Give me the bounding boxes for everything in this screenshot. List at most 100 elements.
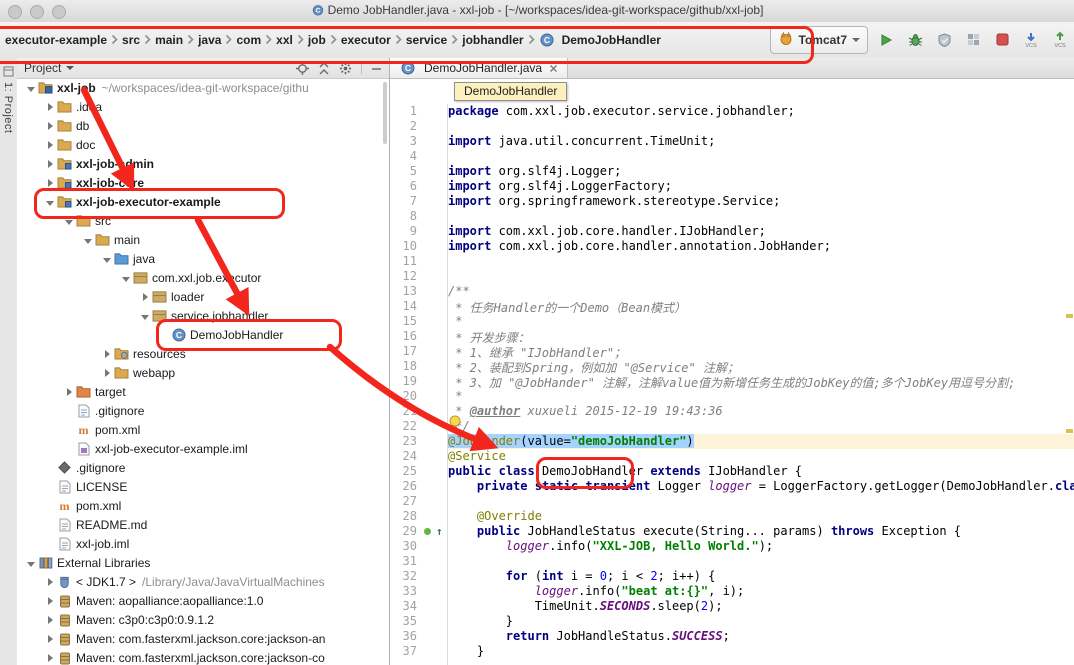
- gutter-line[interactable]: 33: [390, 584, 447, 599]
- collapsed-arrow-icon[interactable]: [101, 369, 113, 377]
- gutter-line[interactable]: 25: [390, 464, 447, 479]
- tree-item-license[interactable]: LICENSE: [17, 477, 389, 496]
- collapse-button[interactable]: [318, 62, 330, 75]
- title-bar[interactable]: CDemo JobHandler.java - xxl-job - [~/wor…: [0, 0, 1074, 23]
- profiler-button[interactable]: [962, 27, 984, 53]
- debug-button[interactable]: [904, 27, 926, 53]
- expanded-arrow-icon[interactable]: [63, 217, 75, 225]
- code-line-16[interactable]: * 开发步骤：: [448, 329, 1074, 344]
- code-line-29[interactable]: public JobHandleStatus execute(String...…: [448, 524, 1074, 539]
- gutter-line[interactable]: 5: [390, 164, 447, 179]
- collapsed-arrow-icon[interactable]: [44, 654, 56, 662]
- code-line-33[interactable]: logger.info("beat at:{}", i);: [448, 584, 1074, 599]
- code-line-15[interactable]: *: [448, 314, 1074, 329]
- tree-item-maven-aopalliance-aopalliance-1-0[interactable]: Maven: aopalliance:aopalliance:1.0: [17, 591, 389, 610]
- tree-item-xxl-job-admin[interactable]: xxl-job-admin: [17, 154, 389, 173]
- gutter-line[interactable]: 26: [390, 479, 447, 494]
- gutter-line[interactable]: 34: [390, 599, 447, 614]
- breadcrumb-item-service[interactable]: service: [404, 33, 449, 47]
- settings-button[interactable]: [339, 62, 352, 75]
- code-line-24[interactable]: @Service: [448, 449, 1074, 464]
- tree-item-demojobhandler[interactable]: CDemoJobHandler: [17, 325, 389, 344]
- gutter-line[interactable]: 15: [390, 314, 447, 329]
- gutter-line[interactable]: 27: [390, 494, 447, 509]
- code-line-2[interactable]: [448, 119, 1074, 134]
- tree-item-doc[interactable]: doc: [17, 135, 389, 154]
- tree-item-src[interactable]: src: [17, 211, 389, 230]
- code-line-13[interactable]: /**: [448, 284, 1074, 299]
- hide-button[interactable]: [371, 63, 382, 74]
- gutter-line[interactable]: 29↑: [390, 524, 447, 539]
- collapsed-arrow-icon[interactable]: [44, 160, 56, 168]
- code-line-19[interactable]: * 3、加 "@JobHander" 注解，注解value值为新增任务生成的Jo…: [448, 374, 1074, 389]
- gutter-line[interactable]: 30: [390, 539, 447, 554]
- vcs-update-button[interactable]: VCS: [1020, 27, 1042, 53]
- code-line-28[interactable]: @Override: [448, 509, 1074, 524]
- tree-item-target[interactable]: target: [17, 382, 389, 401]
- collapsed-arrow-icon[interactable]: [44, 616, 56, 624]
- breadcrumb-item-src[interactable]: src: [120, 33, 142, 47]
- code-line-14[interactable]: * 任务Handler的一个Demo（Bean模式）: [448, 299, 1074, 314]
- project-view-selector[interactable]: Project: [24, 61, 74, 75]
- tree-scrollbar[interactable]: [383, 82, 387, 144]
- code-line-7[interactable]: import org.springframework.stereotype.Se…: [448, 194, 1074, 209]
- code-line-26[interactable]: private static transient Logger logger =…: [448, 479, 1074, 494]
- tree-item-jdk1-7[interactable]: < JDK1.7 >/Library/Java/JavaVirtualMachi…: [17, 572, 389, 591]
- tree-item-com-xxl-job-executor[interactable]: com.xxl.job.executor: [17, 268, 389, 287]
- code-line-5[interactable]: import org.slf4j.Logger;: [448, 164, 1074, 179]
- code-line-11[interactable]: [448, 254, 1074, 269]
- run-with-coverage-button[interactable]: [933, 27, 955, 53]
- expanded-arrow-icon[interactable]: [44, 198, 56, 206]
- tree-item-maven-com-fasterxml-jackson-core-jackson-an[interactable]: Maven: com.fasterxml.jackson.core:jackso…: [17, 629, 389, 648]
- breadcrumb-item-demojobhandler[interactable]: CDemoJobHandler: [537, 33, 663, 47]
- collapsed-arrow-icon[interactable]: [44, 103, 56, 111]
- code-line-6[interactable]: import org.slf4j.LoggerFactory;: [448, 179, 1074, 194]
- code-line-30[interactable]: logger.info("XXL-JOB, Hello World.");: [448, 539, 1074, 554]
- context-chip[interactable]: DemoJobHandler: [454, 82, 567, 101]
- gutter-line[interactable]: 31: [390, 554, 447, 569]
- override-marker-icon[interactable]: ↑: [436, 525, 443, 538]
- breadcrumb-item-java[interactable]: java: [196, 33, 223, 47]
- tree-item-loader[interactable]: loader: [17, 287, 389, 306]
- code-editor[interactable]: 1234567891011121314151617181920212223242…: [390, 104, 1074, 665]
- code-line-37[interactable]: }: [448, 644, 1074, 659]
- collapsed-arrow-icon[interactable]: [44, 179, 56, 187]
- expanded-arrow-icon[interactable]: [25, 559, 37, 567]
- gutter-line[interactable]: 22: [390, 419, 447, 434]
- tree-item-pom-xml[interactable]: mpom.xml: [17, 420, 389, 439]
- tree-item-service-jobhandler[interactable]: service.jobhandler: [17, 306, 389, 325]
- code-line-10[interactable]: import com.xxl.job.core.handler.annotati…: [448, 239, 1074, 254]
- tree-item-gitignore[interactable]: .gitignore: [17, 401, 389, 420]
- stop-button[interactable]: [991, 27, 1013, 53]
- gutter-line[interactable]: 19: [390, 374, 447, 389]
- tree-item-pom-xml[interactable]: mpom.xml: [17, 496, 389, 515]
- expanded-arrow-icon[interactable]: [139, 312, 151, 320]
- expanded-arrow-icon[interactable]: [101, 255, 113, 263]
- breadcrumb-item-xxl[interactable]: xxl: [274, 33, 295, 47]
- gutter-line[interactable]: 2: [390, 119, 447, 134]
- gutter-line[interactable]: 28: [390, 509, 447, 524]
- tree-item-xxl-job-executor-example[interactable]: xxl-job-executor-example: [17, 192, 389, 211]
- code-line-1[interactable]: package com.xxl.job.executor.service.job…: [448, 104, 1074, 119]
- code-line-36[interactable]: return JobHandleStatus.SUCCESS;: [448, 629, 1074, 644]
- code-line-22[interactable]: */: [448, 419, 1074, 434]
- gutter-line[interactable]: 4: [390, 149, 447, 164]
- code-line-3[interactable]: import java.util.concurrent.TimeUnit;: [448, 134, 1074, 149]
- gutter-line[interactable]: 17: [390, 344, 447, 359]
- expanded-arrow-icon[interactable]: [120, 274, 132, 282]
- code-line-27[interactable]: [448, 494, 1074, 509]
- code-line-9[interactable]: import com.xxl.job.core.handler.IJobHand…: [448, 224, 1074, 239]
- code-line-31[interactable]: [448, 554, 1074, 569]
- gutter-line[interactable]: 18: [390, 359, 447, 374]
- collapsed-arrow-icon[interactable]: [44, 635, 56, 643]
- gutter-line[interactable]: 20: [390, 389, 447, 404]
- tree-item-java[interactable]: java: [17, 249, 389, 268]
- editor-tab[interactable]: C DemoJobHandler.java: [390, 58, 568, 78]
- breadcrumb-item-job[interactable]: job: [306, 33, 328, 47]
- code-line-35[interactable]: }: [448, 614, 1074, 629]
- gutter-line[interactable]: 37: [390, 644, 447, 659]
- breadcrumb-item-jobhandler[interactable]: jobhandler: [460, 33, 525, 47]
- expanded-arrow-icon[interactable]: [25, 84, 37, 92]
- tree-item-xxl-job-iml[interactable]: xxl-job.iml: [17, 534, 389, 553]
- gutter-line[interactable]: 11: [390, 254, 447, 269]
